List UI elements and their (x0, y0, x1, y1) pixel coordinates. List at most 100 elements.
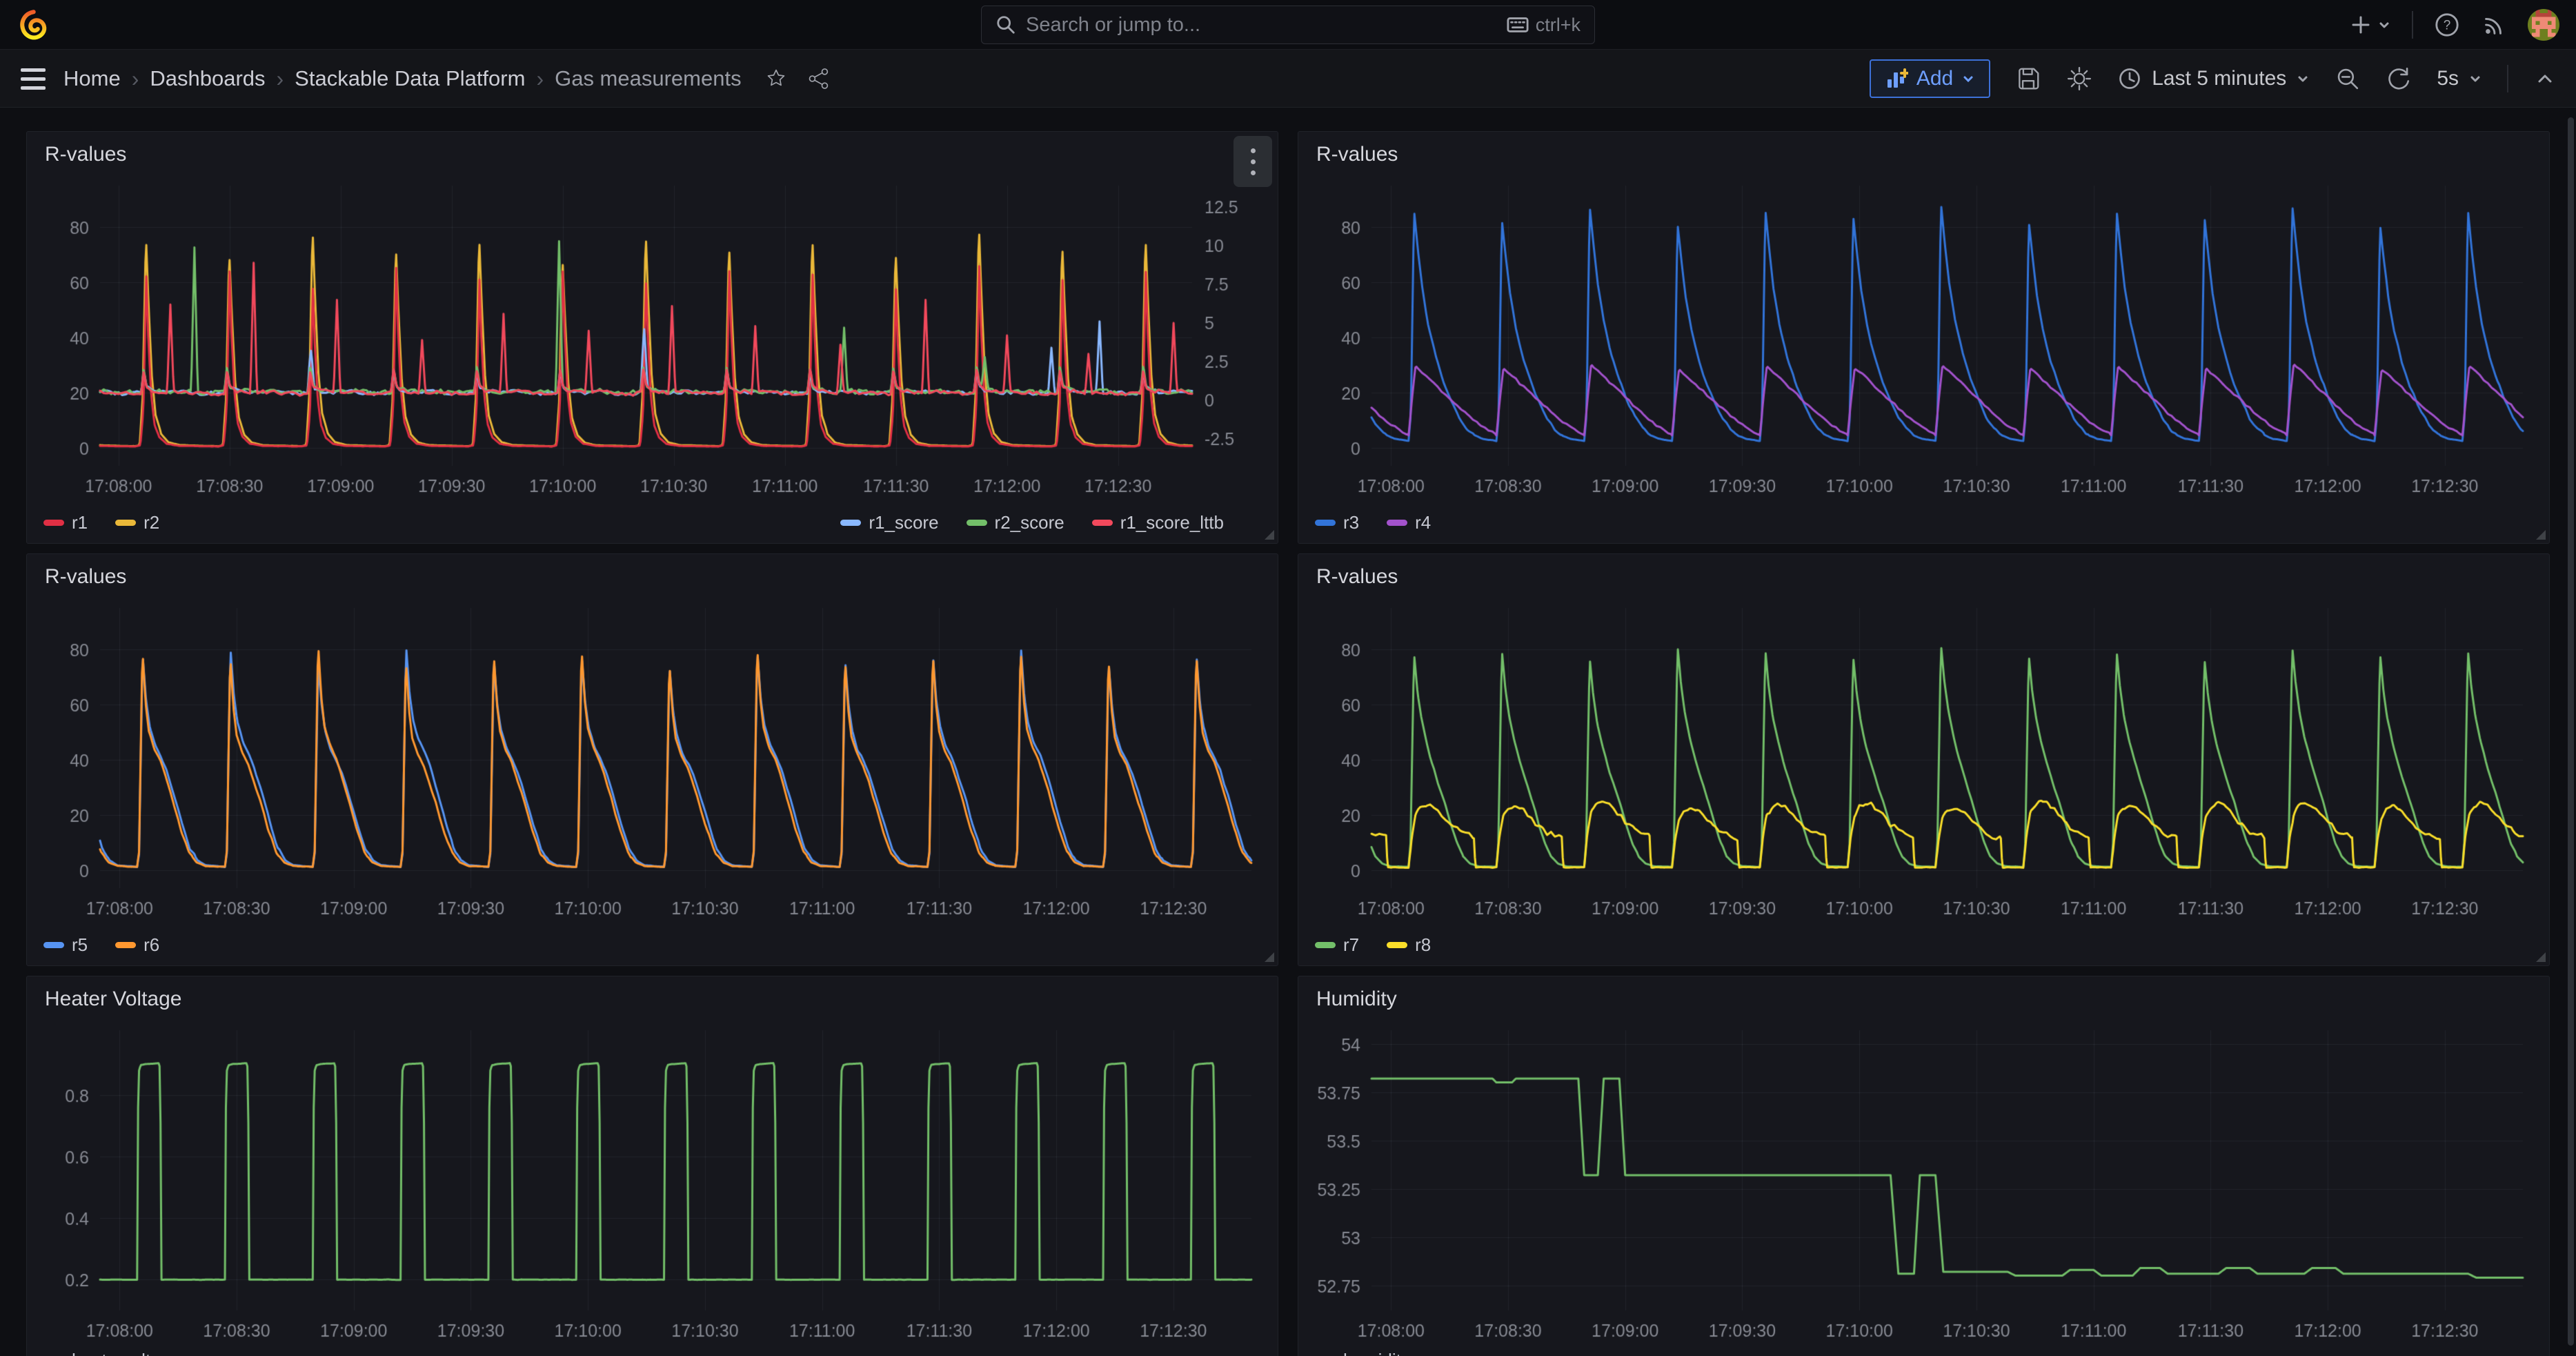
time-range-label: Last 5 minutes (2152, 67, 2286, 90)
panel-r-values-4: R-values r7 r8 (1298, 553, 2550, 966)
menu-burger-icon[interactable] (21, 68, 46, 90)
top-right-actions: ? (2348, 0, 2559, 50)
time-range-picker[interactable]: Last 5 minutes (2117, 66, 2310, 91)
breadcrumb-item: Gas measurements (555, 66, 742, 91)
search-input[interactable]: Search or jump to... ctrl+k (981, 6, 1595, 44)
panel-title[interactable]: R-values (1316, 565, 1398, 589)
legend-label: r1 (72, 512, 88, 533)
legend: humidity (1315, 1345, 2533, 1356)
breadcrumb-item[interactable]: Dashboards (150, 66, 265, 91)
breadcrumb-item[interactable]: Home (63, 66, 121, 91)
timeseries-chart[interactable] (37, 177, 1269, 502)
legend: r3 r4 (1315, 507, 2533, 538)
legend-label: r3 (1343, 512, 1359, 533)
timeseries-chart[interactable] (37, 1022, 1269, 1346)
legend: r1 r2 r1_score r2_score r1_score_lttb (43, 507, 1261, 538)
chevron-down-icon (2296, 72, 2310, 86)
divider (2507, 65, 2508, 92)
legend-label: r8 (1415, 934, 1431, 956)
panel-title[interactable]: Humidity (1316, 987, 1397, 1011)
panel-heater-voltage: Heater Voltage heatervoltage (26, 976, 1278, 1356)
panel-title[interactable]: R-values (1316, 143, 1398, 166)
panel-resize-handle[interactable] (1265, 952, 1274, 962)
breadcrumb-separator-icon: › (536, 66, 544, 92)
chevron-down-icon (2377, 18, 2391, 32)
panel-r-values-2: R-values r3 r4 (1298, 131, 2550, 544)
panel-title[interactable]: R-values (45, 565, 126, 589)
legend-item-r1_score_lttb[interactable]: r1_score_lttb (1092, 512, 1224, 533)
legend-item-heatervoltage[interactable]: heatervoltage (43, 1350, 181, 1356)
save-dashboard-icon[interactable] (2015, 66, 2041, 92)
keyboard-icon (1507, 17, 1529, 33)
grafana-logo-icon[interactable] (17, 8, 50, 41)
panel-title[interactable]: Heater Voltage (45, 987, 181, 1011)
legend-label: heatervoltage (72, 1350, 181, 1356)
refresh-interval-label: 5s (2437, 67, 2459, 90)
legend: heatervoltage (43, 1345, 1261, 1356)
panel-resize-handle[interactable] (2536, 530, 2546, 540)
search-icon (995, 14, 1016, 35)
legend-item-r8[interactable]: r8 (1387, 934, 1431, 956)
legend: r5 r6 (43, 930, 1261, 960)
legend-item-r5[interactable]: r5 (43, 934, 88, 956)
breadcrumb-item[interactable]: Stackable Data Platform (295, 66, 525, 91)
news-rss-icon[interactable] (2481, 12, 2507, 38)
timeseries-chart[interactable] (1308, 600, 2541, 924)
search-placeholder: Search or jump to... (1026, 14, 1497, 37)
svg-text:?: ? (2444, 19, 2451, 33)
legend-item-r1[interactable]: r1 (43, 512, 88, 533)
legend-item-r4[interactable]: r4 (1387, 512, 1431, 533)
legend-swatch (1387, 520, 1407, 526)
share-icon[interactable] (806, 66, 831, 91)
panel-resize-handle[interactable] (1265, 530, 1274, 540)
legend-item-r2[interactable]: r2 (115, 512, 159, 533)
legend-swatch (1387, 942, 1407, 948)
collapse-toolbar-chevron-up-icon[interactable] (2533, 67, 2557, 90)
legend-label: r2_score (995, 512, 1064, 533)
add-panel-icon (1885, 67, 1908, 90)
timeseries-chart[interactable] (1308, 1022, 2541, 1346)
breadcrumb-separator-icon: › (132, 66, 139, 92)
legend-label: r2 (143, 512, 159, 533)
scrollbar-thumb[interactable] (2568, 117, 2574, 1346)
add-panel-button[interactable]: Add (1870, 59, 1990, 98)
dashboard-settings-gear-icon[interactable] (2066, 66, 2092, 92)
favorite-star-icon[interactable] (764, 66, 789, 91)
legend-item-r6[interactable]: r6 (115, 934, 159, 956)
legend-item-humidity[interactable]: humidity (1315, 1350, 1410, 1356)
legend-swatch (43, 520, 64, 526)
clock-icon (2117, 66, 2142, 91)
grafana-dashboard: Search or jump to... ctrl+k ? (0, 0, 2576, 1356)
legend-swatch (840, 520, 861, 526)
legend-item-r3[interactable]: r3 (1315, 512, 1359, 533)
search-shortcut: ctrl+k (1507, 14, 1581, 36)
panel-title[interactable]: R-values (45, 143, 126, 166)
legend-label: humidity (1343, 1350, 1410, 1356)
legend-label: r1_score_lttb (1120, 512, 1224, 533)
chevron-down-icon (1961, 72, 1975, 86)
panel-r-values-1: R-values r1 r2 r1_score r2_score r1_score_lt… (26, 131, 1278, 544)
legend-label: r6 (143, 934, 159, 956)
legend-right-group: r1_score r2_score r1_score_lttb (840, 512, 1224, 533)
refresh-interval-picker[interactable]: 5s (2437, 67, 2482, 90)
legend-label: r7 (1343, 934, 1359, 956)
legend-item-r7[interactable]: r7 (1315, 934, 1359, 956)
user-avatar[interactable] (2528, 9, 2559, 41)
legend-item-r2_score[interactable]: r2_score (967, 512, 1064, 533)
timeseries-chart[interactable] (1308, 177, 2541, 502)
dashboard-toolbar: Home›Dashboards›Stackable Data Platform›… (0, 50, 2576, 108)
help-icon[interactable]: ? (2434, 12, 2460, 38)
chevron-down-icon (2468, 72, 2482, 86)
legend-swatch (1315, 942, 1336, 948)
panel-resize-handle[interactable] (2536, 952, 2546, 962)
legend: r7 r8 (1315, 930, 2533, 960)
legend-swatch (1315, 520, 1336, 526)
new-item-button[interactable] (2348, 12, 2391, 37)
refresh-icon[interactable] (2386, 66, 2412, 92)
zoom-out-icon[interactable] (2335, 66, 2361, 92)
breadcrumb: Home›Dashboards›Stackable Data Platform›… (63, 66, 742, 92)
legend-swatch (115, 520, 136, 526)
timeseries-chart[interactable] (37, 600, 1269, 924)
legend-item-r1_score[interactable]: r1_score (840, 512, 938, 533)
legend-swatch (115, 942, 136, 948)
